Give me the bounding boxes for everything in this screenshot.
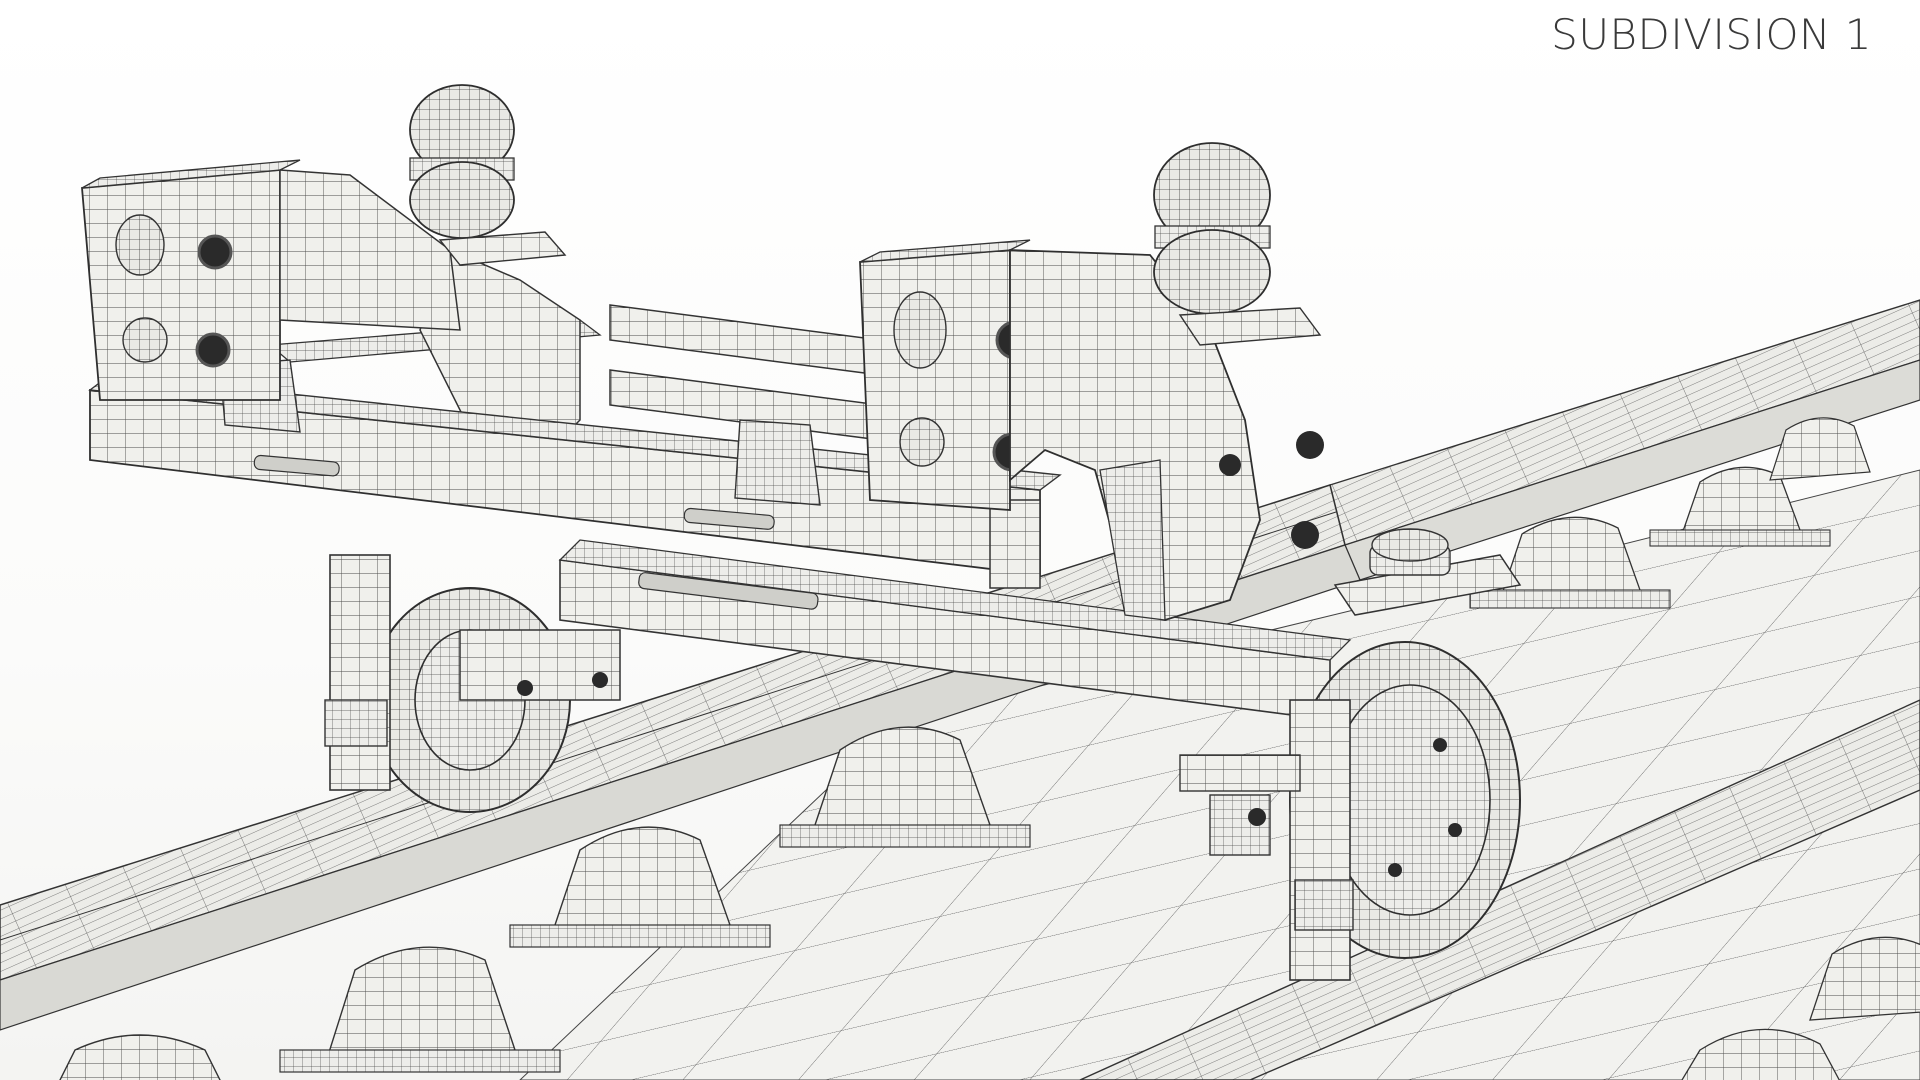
left-bracket: [81, 159, 461, 401]
wireframe-render: [0, 84, 1920, 1080]
subdivision-level-label: SUBDIVISION 1: [1551, 10, 1872, 59]
middle-bracket: [859, 239, 1035, 511]
render-viewport: SUBDIVISION 1: [0, 0, 1920, 1080]
